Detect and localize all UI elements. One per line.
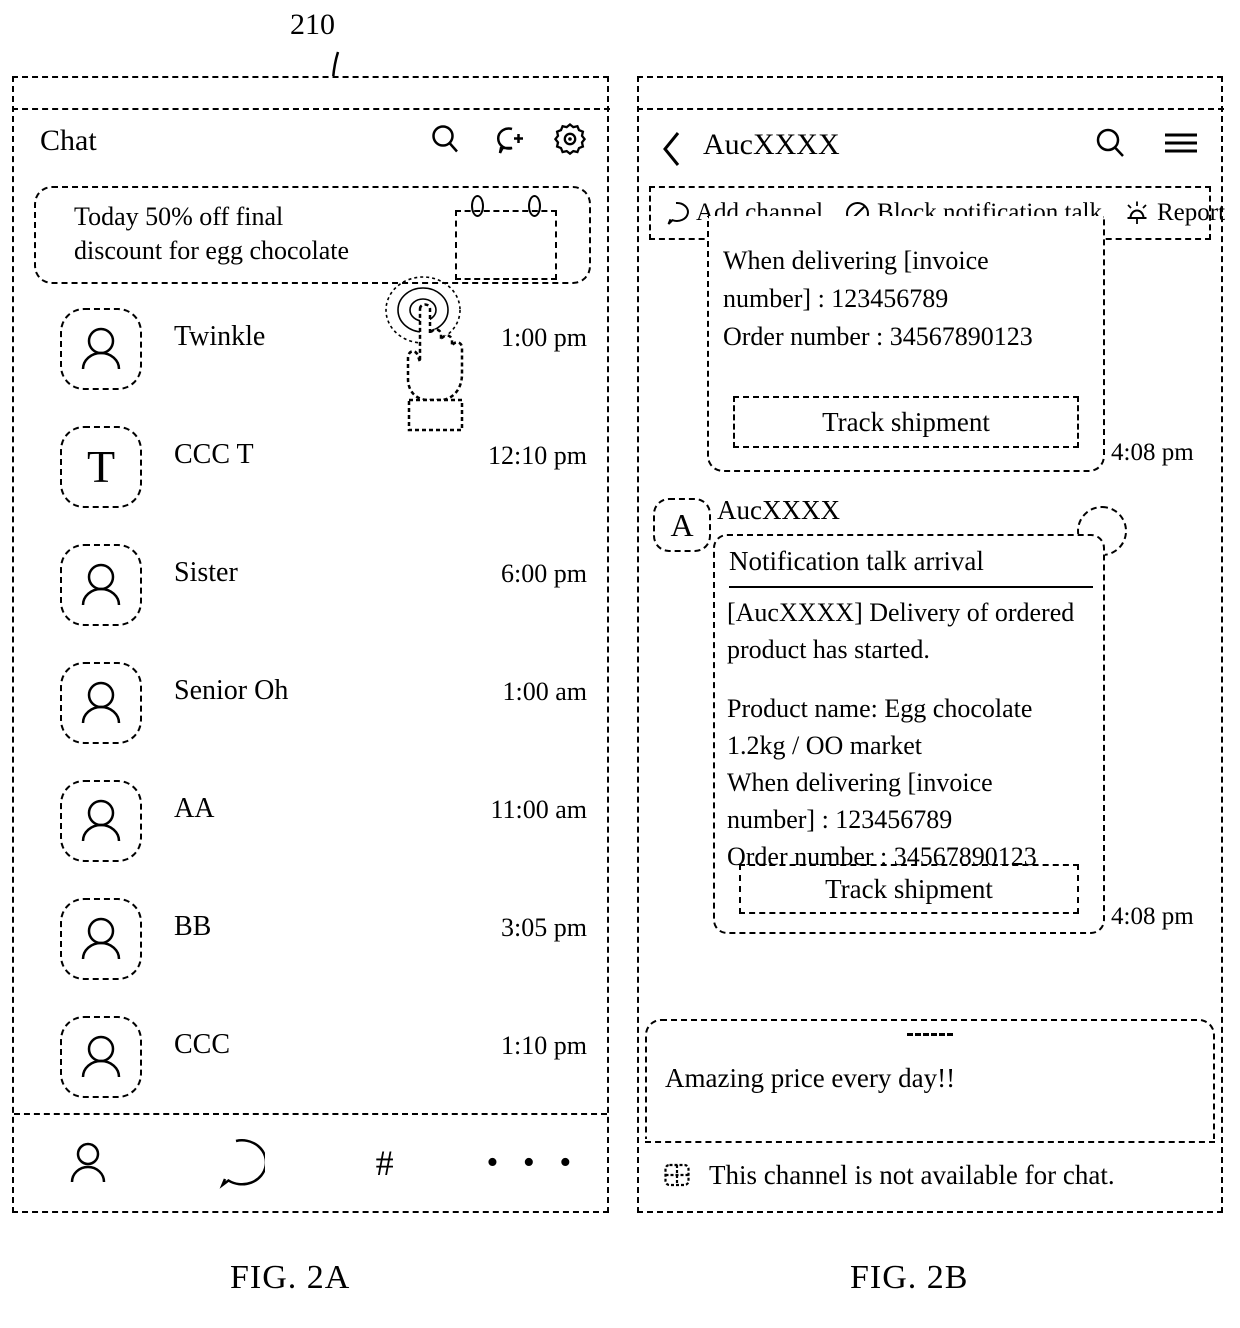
channel-header-icons — [1093, 126, 1199, 160]
speech-bubble-icon — [663, 201, 689, 225]
status-bar-b — [636, 76, 1224, 110]
chat-list-header: Chat — [14, 112, 607, 180]
chat-list-item-senior-oh[interactable]: Senior Oh 1:00 am — [14, 648, 607, 766]
promo-line-1: Today 50% off final — [74, 202, 284, 231]
chat-list-item-aa[interactable]: AA 11:00 am — [14, 766, 607, 884]
avatar — [60, 662, 142, 744]
report-label: Report — [1157, 199, 1226, 226]
hashtag-icon: # — [375, 1143, 394, 1183]
chat-item-time: 1:00 am — [502, 677, 588, 706]
nav-item-chats[interactable] — [162, 1137, 310, 1189]
sender-avatar: A — [653, 498, 711, 552]
new-chat-icon[interactable] — [489, 123, 525, 155]
msg1-line-3: Order number : 34567890123 — [723, 322, 1033, 351]
chat-item-name: Senior Oh — [174, 675, 289, 706]
more-dots-icon: • • • — [486, 1144, 580, 1181]
reference-numeral-210: 210 — [290, 8, 335, 41]
chat-item-name: Twinkle — [174, 321, 266, 352]
figure-2b-phone-frame: AucXXXX Add channel Block notification t… — [636, 76, 1225, 1213]
chat-list-item-sister[interactable]: Sister 6:00 pm — [14, 530, 607, 648]
message-body-2: [AucXXXX] Delivery of ordered product ha… — [727, 594, 1093, 875]
header-icon-group — [429, 122, 587, 156]
settings-gear-icon[interactable] — [553, 122, 587, 156]
message-timestamp-2: 4:08 pm — [1111, 903, 1194, 930]
grid-keyboard-icon — [645, 1161, 691, 1189]
msg1-line-2: number] : 123456789 — [723, 284, 949, 313]
promo-bottom-sheet[interactable]: Amazing price every day!! — [645, 1019, 1215, 1139]
chat-disabled-bar: This channel is not available for chat. — [645, 1141, 1215, 1207]
chat-disabled-text: This channel is not available for chat. — [709, 1160, 1115, 1190]
chat-item-name: Sister — [174, 557, 238, 588]
chat-list[interactable]: Twinkle 1:00 pm T CCC T 12:10 pm Sister — [14, 294, 607, 1115]
msg2-line-3: Product name: Egg chocolate — [727, 694, 1033, 723]
nav-item-friends[interactable] — [14, 1140, 162, 1186]
channel-name: AucXXXX — [703, 128, 840, 161]
notification-message-bubble-1[interactable]: When delivering [invoice number] : 12345… — [707, 216, 1105, 472]
track-shipment-button-2[interactable]: Track shipment — [739, 864, 1079, 914]
msg2-line-4: 1.2kg / OO market — [727, 731, 922, 760]
siren-alarm-icon — [1124, 200, 1150, 226]
chat-item-time: 11:00 am — [490, 795, 587, 824]
notification-message-bubble-2[interactable]: Notification talk arrival [AucXXXX] Deli… — [713, 534, 1105, 934]
promo-line-2: discount for egg chocolate — [74, 236, 350, 265]
message-body-1: When delivering [invoice number] : 12345… — [723, 242, 1091, 356]
promo-sheet-text: Amazing price every day!! — [665, 1063, 956, 1093]
chat-item-name: AA — [174, 793, 215, 824]
channel-header: AucXXXX — [639, 112, 1221, 184]
promo-banner[interactable]: Today 50% off final discount for egg cho… — [34, 186, 591, 284]
message-scroll-area[interactable]: When delivering [invoice number] : 12345… — [639, 216, 1221, 1015]
figure-2a-phone-frame: Chat Today 50% off final discount for eg… — [11, 76, 610, 1213]
back-chevron-icon[interactable] — [661, 130, 683, 173]
avatar — [60, 308, 142, 390]
msg1-line-1: When delivering [invoice — [723, 246, 989, 275]
chat-item-time: 3:05 pm — [501, 913, 587, 942]
msg2-line-2: product has started. — [727, 635, 930, 664]
figure-caption-2b: FIG. 2B — [850, 1259, 969, 1296]
avatar-letter: T — [86, 441, 116, 492]
friends-person-icon — [60, 1140, 116, 1186]
search-icon[interactable] — [1093, 126, 1127, 160]
nav-item-channels[interactable]: # — [311, 1145, 459, 1181]
figure-caption-2a: FIG. 2A — [230, 1259, 351, 1296]
msg2-line-1: [AucXXXX] Delivery of ordered — [727, 598, 1075, 627]
chat-item-name: CCC — [174, 1029, 231, 1060]
sender-name: AucXXXX — [717, 495, 840, 525]
nav-item-more[interactable]: • • • — [459, 1144, 607, 1181]
chat-list-item-ccc[interactable]: CCC 1:10 pm — [14, 1002, 607, 1120]
notification-bubble-title: Notification talk arrival — [729, 544, 1093, 588]
msg2-line-6: number] : 123456789 — [727, 805, 953, 834]
chat-item-name: BB — [174, 911, 212, 942]
search-icon[interactable] — [429, 123, 461, 155]
avatar: T — [60, 426, 142, 508]
page-title: Chat — [40, 124, 97, 157]
track-shipment-button-1[interactable]: Track shipment — [733, 396, 1079, 448]
avatar — [60, 780, 142, 862]
chat-item-time: 12:10 pm — [488, 441, 587, 470]
chat-list-item-ccc-t[interactable]: T CCC T 12:10 pm — [14, 412, 607, 530]
report-button[interactable]: Report — [1124, 199, 1225, 227]
avatar — [60, 544, 142, 626]
msg2-line-5: When delivering [invoice — [727, 768, 993, 797]
chat-item-time: 1:00 pm — [501, 323, 587, 352]
chat-bubble-icon — [207, 1137, 266, 1189]
status-bar-a — [11, 76, 610, 110]
chat-list-item-twinkle[interactable]: Twinkle 1:00 pm — [14, 294, 607, 412]
promo-banner-text: Today 50% off final discount for egg cho… — [74, 200, 394, 268]
bottom-navigation-bar[interactable]: # • • • — [14, 1113, 607, 1211]
chat-item-time: 1:10 pm — [501, 1031, 587, 1060]
patent-figure-sheet: 210 Chat Today 50% off final discount fo… — [0, 0, 1240, 1328]
avatar — [60, 1016, 142, 1098]
chat-item-name: CCC T — [174, 439, 254, 470]
drag-handle-icon[interactable] — [907, 1033, 953, 1036]
chat-list-item-bb[interactable]: BB 3:05 pm — [14, 884, 607, 1002]
avatar — [60, 898, 142, 980]
chat-item-time: 6:00 pm — [501, 559, 587, 588]
hamburger-menu-icon[interactable] — [1163, 130, 1199, 156]
message-timestamp-1: 4:08 pm — [1111, 439, 1194, 466]
